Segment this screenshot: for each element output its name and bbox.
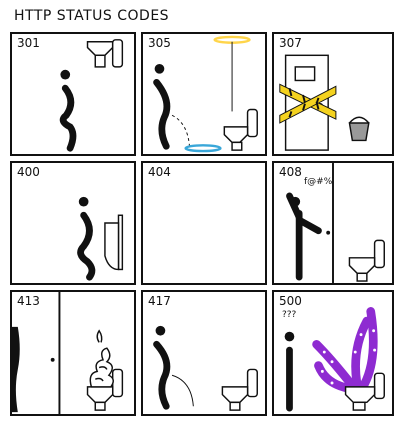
toilet-icon [348, 239, 385, 282]
stick-figure [286, 192, 322, 281]
panel-413: 413 [10, 290, 136, 416]
panel-417: 417 [141, 290, 267, 416]
panel-417-illustration [153, 325, 258, 411]
stick-figure [59, 69, 77, 152]
status-code-label: 408 [279, 165, 304, 179]
panel-500: 500 ??? [272, 290, 394, 416]
panel-408-illustration [286, 163, 385, 283]
toilet-icon [221, 368, 258, 411]
panel-400-illustration [77, 196, 124, 281]
panel-305-illustration [153, 35, 258, 153]
status-code-label: 404 [148, 165, 173, 179]
expletive-text: f@#% [304, 177, 333, 187]
stick-figure [284, 331, 295, 412]
panel-307: 307 [272, 32, 394, 156]
panel-307-illustration [279, 54, 370, 151]
panel-408: 408 f@#% [272, 161, 394, 285]
stall-wall-icon [58, 292, 61, 414]
stick-figure [153, 64, 171, 150]
tentacles-icon [312, 307, 378, 394]
panel-301: 301 [10, 32, 136, 156]
stick-figure-partial [12, 326, 20, 413]
overflowing-toilet-icon [86, 329, 124, 411]
panel-305: 305 [141, 32, 267, 156]
toilet-icon [223, 108, 258, 151]
status-code-label: 500 [279, 294, 304, 308]
stall-door-icon [332, 163, 334, 283]
status-code-label: 413 [17, 294, 42, 308]
status-code-label: 301 [17, 36, 42, 50]
status-code-label: 417 [148, 294, 173, 308]
urinal-icon [104, 214, 124, 271]
status-code-label: 305 [148, 36, 173, 50]
portal-entry-icon [184, 144, 222, 153]
comic-title: HTTP STATUS CODES [14, 8, 170, 24]
status-code-label: 307 [279, 36, 304, 50]
panel-413-illustration [12, 292, 124, 414]
stick-figure [153, 325, 171, 410]
moved-toilet-icon [86, 39, 124, 68]
panel-400: 400 [10, 161, 136, 285]
bucket-icon [348, 116, 370, 142]
confusion-marks: ??? [282, 310, 297, 320]
panel-301-illustration [59, 39, 124, 152]
status-code-label: 400 [17, 165, 42, 179]
panel-404: 404 [141, 161, 267, 285]
stick-figure [77, 196, 96, 281]
